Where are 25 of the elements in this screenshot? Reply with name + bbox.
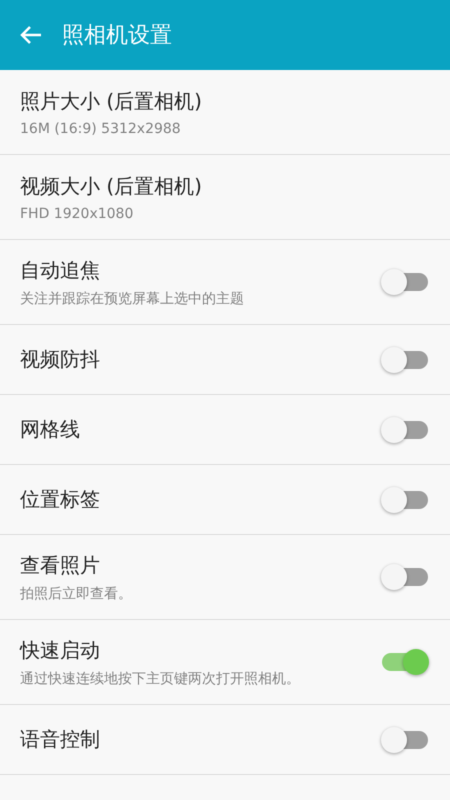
setting-row[interactable]: 快速启动 通过快速连续地按下主页键两次打开照相机。 [0,620,450,705]
screen-title: 照相机设置 [62,22,172,50]
setting-description: 拍照后立即查看。 [20,584,133,602]
setting-description: 关注并跟踪在预览屏幕上选中的主题 [20,290,245,308]
setting-row[interactable]: 语音控制 [0,705,450,775]
setting-row[interactable]: 位置标签 [0,465,450,535]
setting-description: 通过快速连续地按下主页键两次打开照相机。 [20,670,301,688]
setting-title: 快速启动 [20,636,101,664]
setting-title: 查看照片 [20,552,101,578]
setting-title: 照片大小 (后置相机) [20,88,203,114]
setting-title: 网格线 [20,416,81,443]
setting-title: 视频防抖 [20,346,101,373]
setting-title: 自动追焦 [20,256,101,284]
setting-row[interactable]: 自动追焦 关注并跟踪在预览屏幕上选中的主题 [0,240,450,325]
setting-title: 位置标签 [20,486,101,513]
setting-row[interactable]: 查看照片 拍照后立即查看。 [0,535,450,620]
setting-row[interactable]: 照片大小 (后置相机) 16M (16:9) 5312x2988 [0,70,450,155]
setting-row[interactable]: 视频防抖 [0,325,450,395]
back-arrow-icon [20,25,42,45]
setting-description: FHD 1920x1080 [20,206,134,222]
setting-row[interactable]: 视频大小 (后置相机) FHD 1920x1080 [0,155,450,240]
setting-title: 视频大小 (后置相机) [20,172,203,200]
setting-title: 语音控制 [20,726,101,753]
setting-description: 16M (16:9) 5312x2988 [20,120,182,136]
setting-row[interactable]: 网格线 [0,395,450,465]
